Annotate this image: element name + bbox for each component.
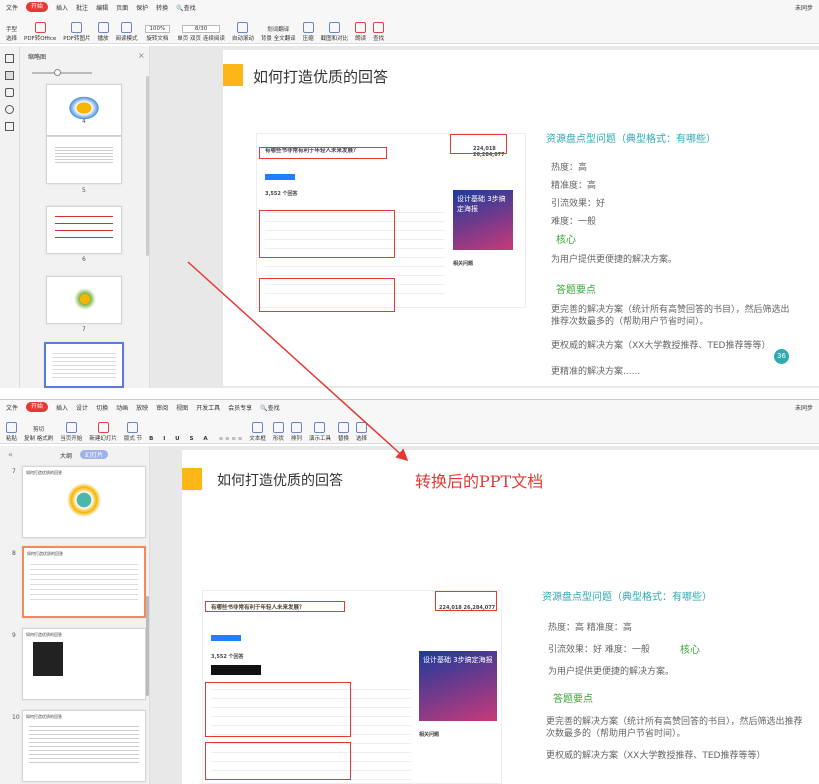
conversion-arrow	[187, 261, 409, 462]
